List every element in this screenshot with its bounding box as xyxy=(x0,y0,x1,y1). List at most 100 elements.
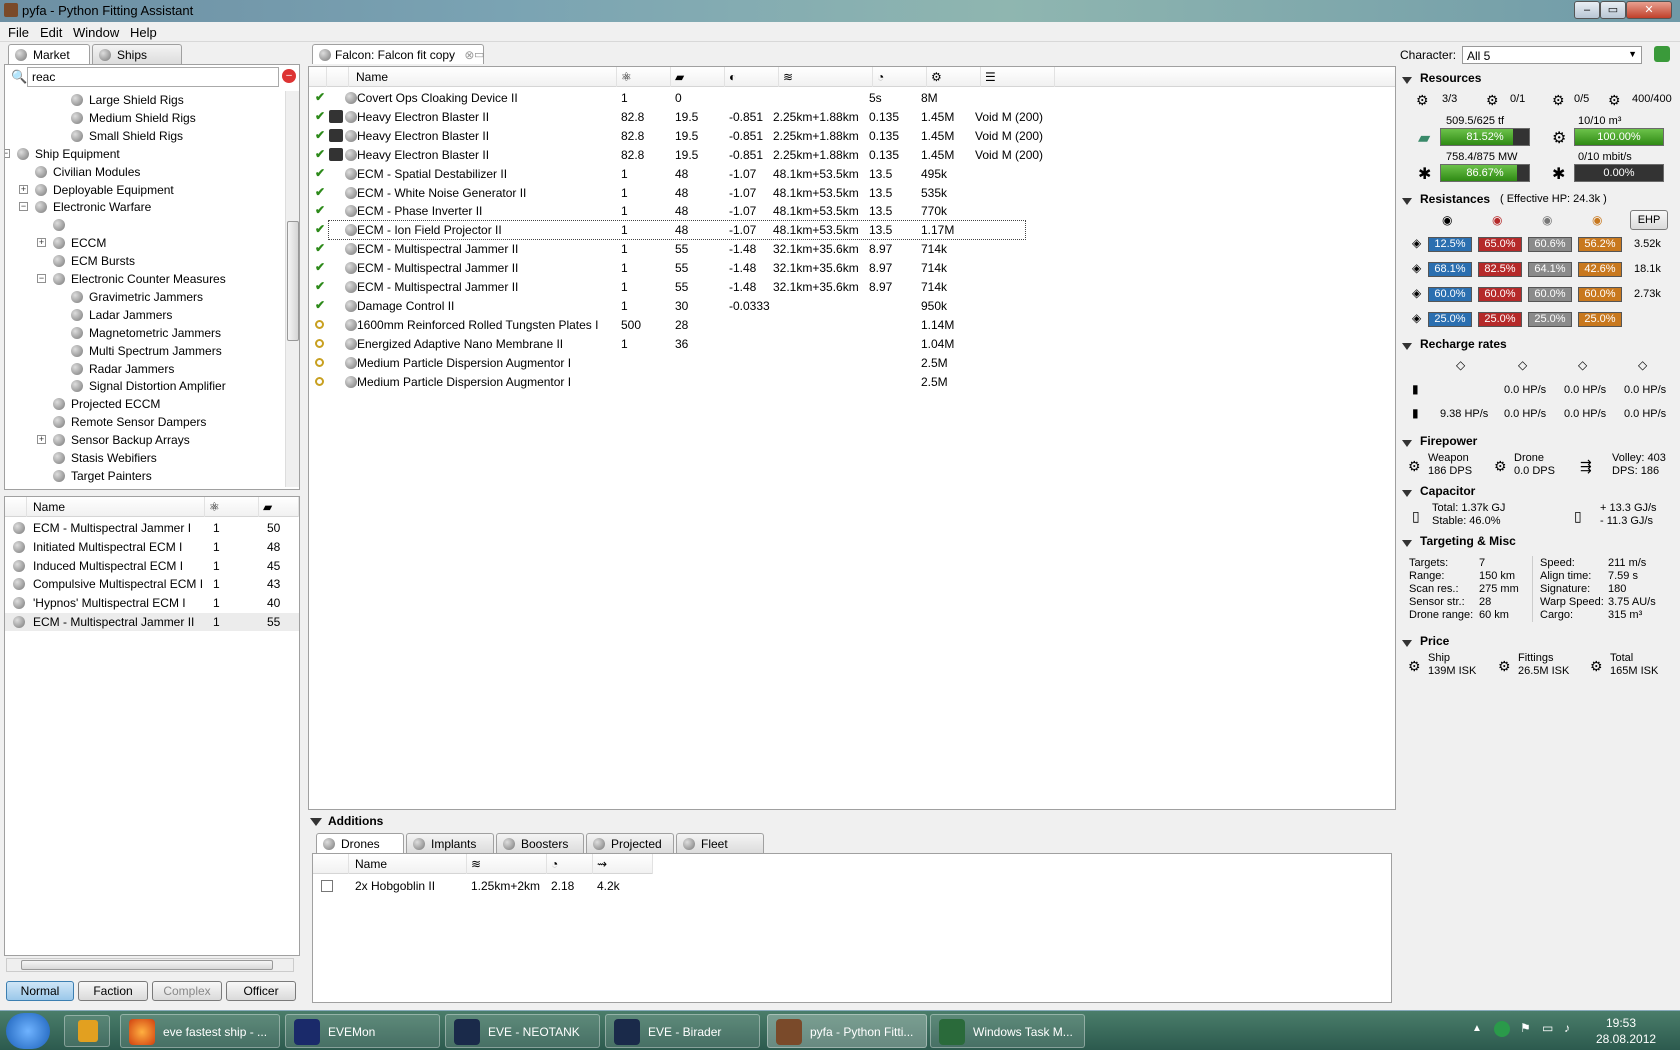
tree-expander-icon[interactable]: + xyxy=(37,435,46,445)
meta-complex-button[interactable]: Complex xyxy=(152,981,222,1001)
clear-search-icon[interactable]: – xyxy=(282,69,296,83)
fit-module-row[interactable]: ✔ Damage Control II 1 30 -0.0333 950k xyxy=(309,297,1395,315)
refresh-character-icon[interactable] xyxy=(1654,46,1670,62)
fit-module-row[interactable]: 1600mm Reinforced Rolled Tungsten Plates… xyxy=(309,316,1395,334)
fit-module-row[interactable]: ✔ ECM - Spatial Destabilizer II 1 48 -1.07 48… xyxy=(309,165,1395,183)
module-active-check-icon[interactable]: ✔ xyxy=(315,241,325,255)
fit-module-row[interactable]: ✔ Heavy Electron Blaster II 82.8 19.5 -0.851… xyxy=(309,127,1395,145)
volume-icon[interactable]: ♪ xyxy=(1564,1021,1570,1035)
tree-expander-icon[interactable]: + xyxy=(37,238,46,248)
hdr-ammo-icon[interactable]: ☰ xyxy=(981,67,1055,87)
tab-market[interactable]: Market xyxy=(8,44,90,64)
tree-scrollbar-thumb[interactable] xyxy=(287,221,299,341)
drones-hdr-name[interactable]: Name xyxy=(349,854,467,874)
fit-module-row[interactable]: ✔ ECM - Multispectral Jammer II 1 55 -1.48 32… xyxy=(309,240,1395,258)
tree-expander-icon[interactable]: − xyxy=(37,274,46,283)
firepower-collapse-icon[interactable] xyxy=(1402,440,1412,447)
module-online-state-icon[interactable] xyxy=(315,357,324,367)
item-list-row[interactable]: Compulsive Multispectral ECM I 1 43 xyxy=(5,575,299,593)
item-list-row[interactable]: ECM - Multispectral Jammer II 1 55 xyxy=(5,613,299,631)
price-collapse-icon[interactable] xyxy=(1402,640,1412,647)
hdr-cpu-icon[interactable]: ⚛ xyxy=(617,67,671,87)
meta-normal-button[interactable]: Normal xyxy=(6,981,74,1001)
module-online-state-icon[interactable] xyxy=(315,376,324,386)
fit-module-row[interactable]: ✔ Covert Ops Cloaking Device II 1 0 5s 8M xyxy=(309,89,1395,107)
fit-module-row[interactable]: ✔ ECM - Phase Inverter II 1 48 -1.07 48.1km+5… xyxy=(309,202,1395,220)
meta-officer-button[interactable]: Officer xyxy=(226,981,296,1001)
module-active-check-icon[interactable]: ✔ xyxy=(315,298,325,312)
cpu-column-icon[interactable]: ⚛ xyxy=(205,497,259,517)
fit-module-row[interactable]: ✔ ECM - White Noise Generator II 1 48 -1.07 4… xyxy=(309,184,1395,202)
tab-boosters[interactable]: Boosters xyxy=(496,833,584,853)
close-button[interactable]: ✕ xyxy=(1626,1,1672,19)
module-active-check-icon[interactable]: ✔ xyxy=(315,203,325,217)
item-list-hscrollbar[interactable] xyxy=(6,958,294,972)
hdr-price-icon[interactable]: ⚙ xyxy=(927,67,981,87)
taskbar-firefox[interactable]: eve fastest ship - ... xyxy=(120,1014,280,1048)
taskbar-eve-birader[interactable]: EVE - Birader xyxy=(605,1014,760,1048)
item-list-row[interactable]: Induced Multispectral ECM I 1 45 xyxy=(5,557,299,575)
tab-implants[interactable]: Implants xyxy=(406,833,494,853)
resistances-collapse-icon[interactable] xyxy=(1402,198,1412,205)
hdr-power-icon[interactable]: ▰ xyxy=(671,67,725,87)
header-name[interactable]: Name xyxy=(27,497,205,517)
taskbar-eve-neotank[interactable]: EVE - NEOTANK xyxy=(445,1014,600,1048)
hscroll-thumb[interactable] xyxy=(21,960,273,970)
fit-module-row[interactable]: ✔ Heavy Electron Blaster II 82.8 19.5 -0.851… xyxy=(309,108,1395,126)
item-list-row[interactable]: Initiated Multispectral ECM I 1 48 xyxy=(5,538,299,556)
tree-expander-icon[interactable]: − xyxy=(19,202,28,212)
recharge-collapse-icon[interactable] xyxy=(1402,343,1412,350)
menu-file[interactable]: File xyxy=(8,25,29,40)
pinned-app-button[interactable] xyxy=(64,1015,110,1047)
fit-module-row[interactable]: ✔ ECM - Multispectral Jammer II 1 55 -1.48 32… xyxy=(309,278,1395,296)
module-online-state-icon[interactable] xyxy=(315,319,324,329)
drone-active-checkbox[interactable] xyxy=(321,880,333,892)
fit-module-row[interactable]: Medium Particle Dispersion Augmentor I 2.… xyxy=(309,354,1395,372)
tree-expander-icon[interactable]: + xyxy=(19,184,28,194)
capacitor-collapse-icon[interactable] xyxy=(1402,490,1412,497)
close-tab-icon[interactable]: ⊗ xyxy=(464,48,474,62)
search-input[interactable] xyxy=(27,67,279,87)
tray-app-icon[interactable] xyxy=(1494,1021,1510,1037)
menu-edit[interactable]: Edit xyxy=(40,25,62,40)
module-active-check-icon[interactable]: ✔ xyxy=(315,279,325,293)
taskbar-pyfa[interactable]: pyfa - Python Fitti... xyxy=(767,1014,927,1048)
fit-tab[interactable]: Falcon: Falcon fit copy ⊗ xyxy=(312,44,484,64)
drones-hdr-speed-icon[interactable]: ◔ xyxy=(547,854,593,874)
ehp-toggle-button[interactable]: EHP xyxy=(1630,210,1668,230)
fit-module-row[interactable]: ✔ ECM - Ion Field Projector II 1 48 -1.07 48.… xyxy=(315,220,1026,241)
tab-projected[interactable]: Projected xyxy=(586,833,674,853)
module-active-check-icon[interactable]: ✔ xyxy=(315,128,325,142)
new-tab-icon[interactable]: ▭ xyxy=(474,48,484,61)
module-active-check-icon[interactable]: ✔ xyxy=(315,109,325,123)
meta-faction-button[interactable]: Faction xyxy=(78,981,148,1001)
tab-ships[interactable]: Ships xyxy=(92,44,182,64)
minimize-button[interactable]: – xyxy=(1574,1,1600,19)
action-center-icon[interactable]: ⚑ xyxy=(1520,1021,1531,1035)
maximize-button[interactable]: ▭ xyxy=(1600,1,1626,19)
character-select[interactable]: All 5 ▼ xyxy=(1462,46,1642,64)
resources-collapse-icon[interactable] xyxy=(1402,77,1412,84)
fit-module-row[interactable]: ✔ ECM - Multispectral Jammer II 1 55 -1.48 32… xyxy=(309,259,1395,277)
fit-module-row[interactable]: Medium Particle Dispersion Augmentor I 2.… xyxy=(309,373,1395,391)
menu-help[interactable]: Help xyxy=(130,25,157,40)
show-hidden-icons[interactable]: ▲ xyxy=(1472,1023,1482,1034)
tab-drones[interactable]: Drones xyxy=(316,833,404,853)
power-column-icon[interactable]: ▰ xyxy=(259,497,299,517)
hdr-range-icon[interactable]: ≋ xyxy=(779,67,873,87)
taskbar-evemon[interactable]: EVEMon xyxy=(285,1014,440,1048)
item-list-row[interactable]: 'Hypnos' Multispectral ECM I 1 40 xyxy=(5,594,299,612)
hdr-name[interactable]: Name xyxy=(349,67,617,87)
clock-date[interactable]: 28.08.2012 xyxy=(1596,1032,1656,1046)
module-active-check-icon[interactable]: ✔ xyxy=(315,166,325,180)
clock-time[interactable]: 19:53 xyxy=(1606,1016,1636,1030)
drone-row[interactable]: 2x Hobgoblin II 1.25km+2km 2.18 4.2k xyxy=(313,878,1391,896)
tree-scrollbar[interactable] xyxy=(285,91,299,487)
network-icon[interactable]: ▭ xyxy=(1542,1021,1553,1035)
taskbar-task-manager[interactable]: Windows Task M... xyxy=(930,1014,1085,1048)
drones-hdr-damage-icon[interactable]: ⇝ xyxy=(593,854,653,874)
fit-module-row[interactable]: ✔ Heavy Electron Blaster II 82.8 19.5 -0.851… xyxy=(309,146,1395,164)
module-active-check-icon[interactable]: ✔ xyxy=(315,222,325,236)
module-active-check-icon[interactable]: ✔ xyxy=(315,147,325,161)
module-active-check-icon[interactable]: ✔ xyxy=(315,260,325,274)
